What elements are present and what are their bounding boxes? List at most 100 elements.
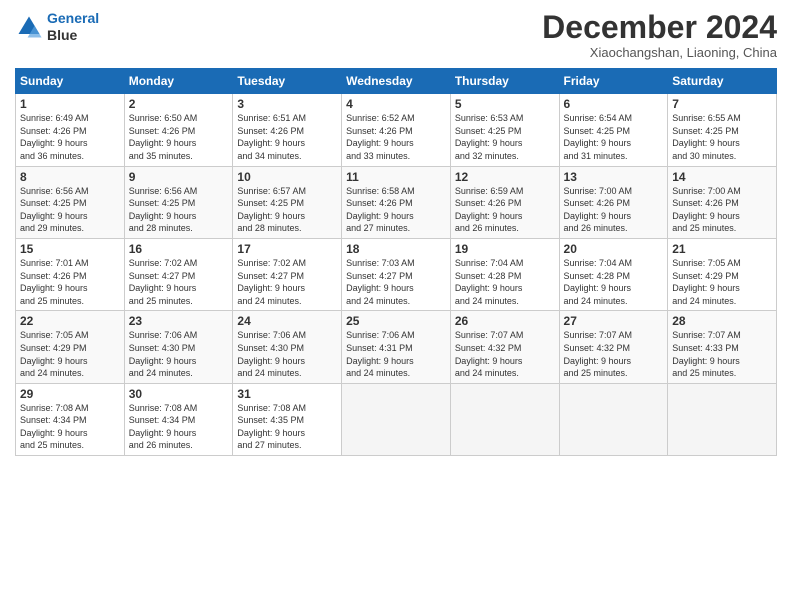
day-cell-19: 19Sunrise: 7:04 AM Sunset: 4:28 PM Dayli… bbox=[450, 238, 559, 310]
location-subtitle: Xiaochangshan, Liaoning, China bbox=[542, 45, 777, 60]
day-number: 16 bbox=[129, 242, 229, 256]
day-info: Sunrise: 7:08 AM Sunset: 4:34 PM Dayligh… bbox=[129, 402, 229, 452]
day-cell-14: 14Sunrise: 7:00 AM Sunset: 4:26 PM Dayli… bbox=[668, 166, 777, 238]
day-number: 27 bbox=[564, 314, 664, 328]
day-info: Sunrise: 7:04 AM Sunset: 4:28 PM Dayligh… bbox=[564, 257, 664, 307]
day-number: 10 bbox=[237, 170, 337, 184]
day-number: 6 bbox=[564, 97, 664, 111]
day-number: 26 bbox=[455, 314, 555, 328]
col-header-saturday: Saturday bbox=[668, 69, 777, 94]
day-number: 12 bbox=[455, 170, 555, 184]
day-cell-26: 26Sunrise: 7:07 AM Sunset: 4:32 PM Dayli… bbox=[450, 311, 559, 383]
day-number: 15 bbox=[20, 242, 120, 256]
day-cell-17: 17Sunrise: 7:02 AM Sunset: 4:27 PM Dayli… bbox=[233, 238, 342, 310]
day-info: Sunrise: 6:52 AM Sunset: 4:26 PM Dayligh… bbox=[346, 112, 446, 162]
day-info: Sunrise: 7:06 AM Sunset: 4:31 PM Dayligh… bbox=[346, 329, 446, 379]
col-header-tuesday: Tuesday bbox=[233, 69, 342, 94]
header-row: SundayMondayTuesdayWednesdayThursdayFrid… bbox=[16, 69, 777, 94]
day-number: 17 bbox=[237, 242, 337, 256]
day-number: 24 bbox=[237, 314, 337, 328]
day-number: 13 bbox=[564, 170, 664, 184]
week-row-5: 29Sunrise: 7:08 AM Sunset: 4:34 PM Dayli… bbox=[16, 383, 777, 455]
week-row-3: 15Sunrise: 7:01 AM Sunset: 4:26 PM Dayli… bbox=[16, 238, 777, 310]
week-row-4: 22Sunrise: 7:05 AM Sunset: 4:29 PM Dayli… bbox=[16, 311, 777, 383]
day-cell-30: 30Sunrise: 7:08 AM Sunset: 4:34 PM Dayli… bbox=[124, 383, 233, 455]
col-header-sunday: Sunday bbox=[16, 69, 125, 94]
day-cell-4: 4Sunrise: 6:52 AM Sunset: 4:26 PM Daylig… bbox=[342, 94, 451, 166]
week-row-2: 8Sunrise: 6:56 AM Sunset: 4:25 PM Daylig… bbox=[16, 166, 777, 238]
day-cell-11: 11Sunrise: 6:58 AM Sunset: 4:26 PM Dayli… bbox=[342, 166, 451, 238]
col-header-friday: Friday bbox=[559, 69, 668, 94]
day-cell-2: 2Sunrise: 6:50 AM Sunset: 4:26 PM Daylig… bbox=[124, 94, 233, 166]
day-info: Sunrise: 7:06 AM Sunset: 4:30 PM Dayligh… bbox=[237, 329, 337, 379]
day-info: Sunrise: 6:58 AM Sunset: 4:26 PM Dayligh… bbox=[346, 185, 446, 235]
day-cell-13: 13Sunrise: 7:00 AM Sunset: 4:26 PM Dayli… bbox=[559, 166, 668, 238]
day-info: Sunrise: 6:50 AM Sunset: 4:26 PM Dayligh… bbox=[129, 112, 229, 162]
day-info: Sunrise: 6:53 AM Sunset: 4:25 PM Dayligh… bbox=[455, 112, 555, 162]
day-number: 30 bbox=[129, 387, 229, 401]
day-number: 11 bbox=[346, 170, 446, 184]
day-info: Sunrise: 7:02 AM Sunset: 4:27 PM Dayligh… bbox=[237, 257, 337, 307]
day-info: Sunrise: 6:57 AM Sunset: 4:25 PM Dayligh… bbox=[237, 185, 337, 235]
page-container: General Blue December 2024 Xiaochangshan… bbox=[0, 0, 792, 466]
day-number: 14 bbox=[672, 170, 772, 184]
day-cell-28: 28Sunrise: 7:07 AM Sunset: 4:33 PM Dayli… bbox=[668, 311, 777, 383]
day-info: Sunrise: 6:55 AM Sunset: 4:25 PM Dayligh… bbox=[672, 112, 772, 162]
day-cell-3: 3Sunrise: 6:51 AM Sunset: 4:26 PM Daylig… bbox=[233, 94, 342, 166]
day-number: 21 bbox=[672, 242, 772, 256]
day-number: 5 bbox=[455, 97, 555, 111]
day-cell-20: 20Sunrise: 7:04 AM Sunset: 4:28 PM Dayli… bbox=[559, 238, 668, 310]
day-number: 3 bbox=[237, 97, 337, 111]
calendar-table: SundayMondayTuesdayWednesdayThursdayFrid… bbox=[15, 68, 777, 456]
day-number: 9 bbox=[129, 170, 229, 184]
day-info: Sunrise: 6:59 AM Sunset: 4:26 PM Dayligh… bbox=[455, 185, 555, 235]
day-number: 22 bbox=[20, 314, 120, 328]
day-cell-29: 29Sunrise: 7:08 AM Sunset: 4:34 PM Dayli… bbox=[16, 383, 125, 455]
day-info: Sunrise: 7:07 AM Sunset: 4:32 PM Dayligh… bbox=[564, 329, 664, 379]
day-number: 29 bbox=[20, 387, 120, 401]
day-cell-18: 18Sunrise: 7:03 AM Sunset: 4:27 PM Dayli… bbox=[342, 238, 451, 310]
day-info: Sunrise: 7:00 AM Sunset: 4:26 PM Dayligh… bbox=[672, 185, 772, 235]
day-number: 28 bbox=[672, 314, 772, 328]
day-cell-9: 9Sunrise: 6:56 AM Sunset: 4:25 PM Daylig… bbox=[124, 166, 233, 238]
day-cell-12: 12Sunrise: 6:59 AM Sunset: 4:26 PM Dayli… bbox=[450, 166, 559, 238]
day-info: Sunrise: 6:49 AM Sunset: 4:26 PM Dayligh… bbox=[20, 112, 120, 162]
col-header-thursday: Thursday bbox=[450, 69, 559, 94]
month-title: December 2024 bbox=[542, 10, 777, 45]
day-info: Sunrise: 7:04 AM Sunset: 4:28 PM Dayligh… bbox=[455, 257, 555, 307]
day-cell-5: 5Sunrise: 6:53 AM Sunset: 4:25 PM Daylig… bbox=[450, 94, 559, 166]
day-number: 18 bbox=[346, 242, 446, 256]
day-number: 25 bbox=[346, 314, 446, 328]
day-number: 20 bbox=[564, 242, 664, 256]
header: General Blue December 2024 Xiaochangshan… bbox=[15, 10, 777, 60]
day-cell-31: 31Sunrise: 7:08 AM Sunset: 4:35 PM Dayli… bbox=[233, 383, 342, 455]
day-info: Sunrise: 7:07 AM Sunset: 4:33 PM Dayligh… bbox=[672, 329, 772, 379]
day-info: Sunrise: 7:07 AM Sunset: 4:32 PM Dayligh… bbox=[455, 329, 555, 379]
day-info: Sunrise: 6:56 AM Sunset: 4:25 PM Dayligh… bbox=[20, 185, 120, 235]
day-cell-8: 8Sunrise: 6:56 AM Sunset: 4:25 PM Daylig… bbox=[16, 166, 125, 238]
day-number: 1 bbox=[20, 97, 120, 111]
day-info: Sunrise: 6:51 AM Sunset: 4:26 PM Dayligh… bbox=[237, 112, 337, 162]
logo-icon bbox=[15, 13, 43, 41]
day-number: 4 bbox=[346, 97, 446, 111]
day-cell-24: 24Sunrise: 7:06 AM Sunset: 4:30 PM Dayli… bbox=[233, 311, 342, 383]
empty-cell bbox=[559, 383, 668, 455]
day-cell-7: 7Sunrise: 6:55 AM Sunset: 4:25 PM Daylig… bbox=[668, 94, 777, 166]
day-cell-10: 10Sunrise: 6:57 AM Sunset: 4:25 PM Dayli… bbox=[233, 166, 342, 238]
day-info: Sunrise: 7:08 AM Sunset: 4:34 PM Dayligh… bbox=[20, 402, 120, 452]
day-cell-25: 25Sunrise: 7:06 AM Sunset: 4:31 PM Dayli… bbox=[342, 311, 451, 383]
day-info: Sunrise: 7:02 AM Sunset: 4:27 PM Dayligh… bbox=[129, 257, 229, 307]
day-cell-16: 16Sunrise: 7:02 AM Sunset: 4:27 PM Dayli… bbox=[124, 238, 233, 310]
col-header-monday: Monday bbox=[124, 69, 233, 94]
day-number: 7 bbox=[672, 97, 772, 111]
day-cell-23: 23Sunrise: 7:06 AM Sunset: 4:30 PM Dayli… bbox=[124, 311, 233, 383]
day-number: 19 bbox=[455, 242, 555, 256]
empty-cell bbox=[342, 383, 451, 455]
empty-cell bbox=[668, 383, 777, 455]
day-info: Sunrise: 7:06 AM Sunset: 4:30 PM Dayligh… bbox=[129, 329, 229, 379]
day-info: Sunrise: 6:56 AM Sunset: 4:25 PM Dayligh… bbox=[129, 185, 229, 235]
empty-cell bbox=[450, 383, 559, 455]
day-info: Sunrise: 7:05 AM Sunset: 4:29 PM Dayligh… bbox=[672, 257, 772, 307]
day-info: Sunrise: 7:08 AM Sunset: 4:35 PM Dayligh… bbox=[237, 402, 337, 452]
day-info: Sunrise: 7:05 AM Sunset: 4:29 PM Dayligh… bbox=[20, 329, 120, 379]
